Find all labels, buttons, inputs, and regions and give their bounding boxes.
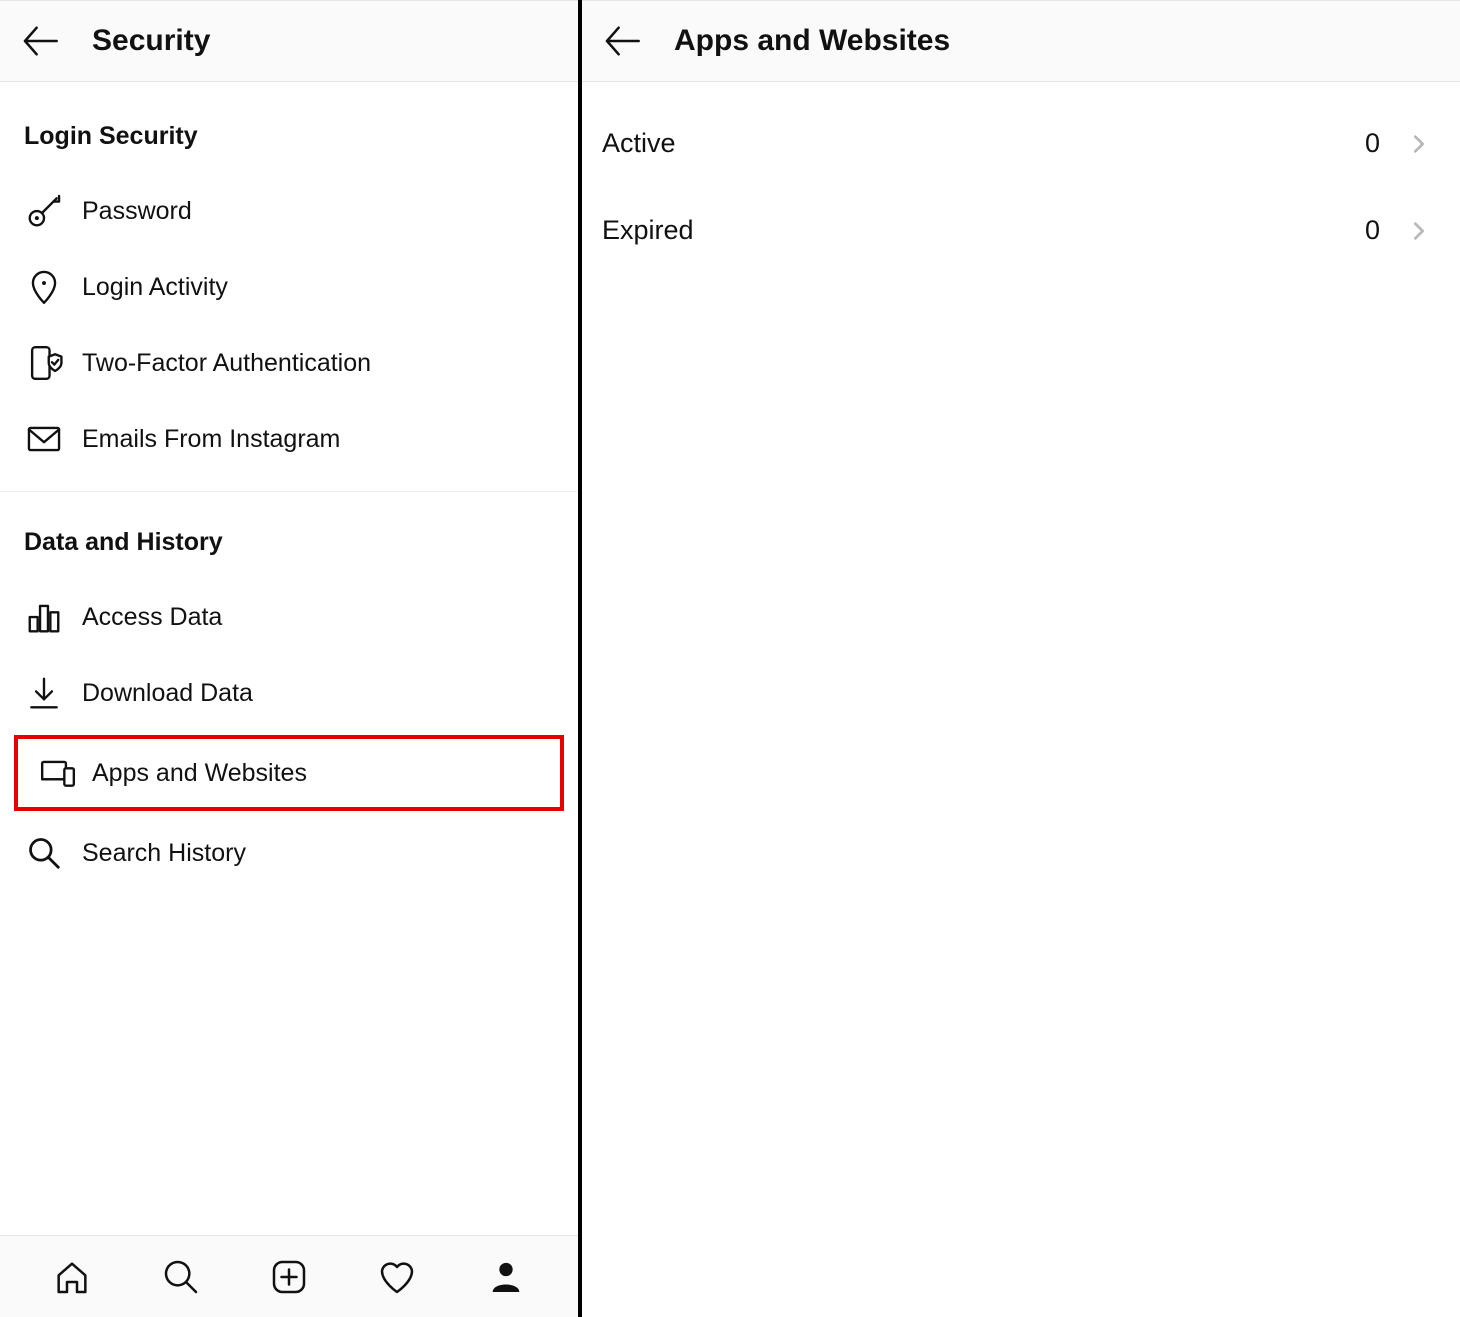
chevron-right-icon (1408, 220, 1430, 242)
row-active[interactable]: Active 0 (582, 100, 1460, 187)
nav-activity[interactable] (375, 1255, 419, 1299)
home-icon (52, 1257, 92, 1297)
section-heading-login-security: Login Security (0, 100, 578, 173)
row-count: 0 (1365, 215, 1380, 246)
search-icon (161, 1257, 201, 1297)
row-label: Active (602, 128, 676, 159)
security-header: Security (0, 0, 578, 82)
apps-websites-screen: Apps and Websites Active 0 Expired 0 (582, 0, 1460, 1317)
phone-shield-icon (24, 343, 64, 383)
mail-icon (24, 419, 64, 459)
menu-item-label: Search History (82, 839, 246, 868)
arrow-left-icon (602, 21, 642, 61)
nav-profile[interactable] (484, 1255, 528, 1299)
nav-create[interactable] (267, 1255, 311, 1299)
divider (0, 491, 578, 492)
menu-item-label: Login Activity (82, 273, 228, 302)
menu-item-apps-websites[interactable]: Apps and Websites (14, 735, 564, 811)
location-pin-icon (24, 267, 64, 307)
back-button[interactable] (600, 19, 644, 63)
download-icon (24, 673, 64, 713)
menu-item-emails[interactable]: Emails From Instagram (0, 401, 578, 477)
back-button[interactable] (18, 19, 62, 63)
bar-chart-icon (24, 597, 64, 637)
chevron-right-icon (1408, 133, 1430, 155)
security-screen: Security Login Security Password (0, 0, 582, 1317)
key-icon (24, 191, 64, 231)
menu-item-download-data[interactable]: Download Data (0, 655, 578, 731)
menu-item-two-factor[interactable]: Two-Factor Authentication (0, 325, 578, 401)
nav-search[interactable] (159, 1255, 203, 1299)
menu-item-access-data[interactable]: Access Data (0, 579, 578, 655)
menu-item-label: Access Data (82, 603, 222, 632)
bottom-nav (0, 1235, 578, 1317)
row-label: Expired (602, 215, 694, 246)
search-icon (24, 833, 64, 873)
section-heading-data-history: Data and History (0, 506, 578, 579)
plus-square-icon (269, 1257, 309, 1297)
menu-item-search-history[interactable]: Search History (0, 815, 578, 891)
page-title: Apps and Websites (674, 24, 950, 58)
devices-icon (38, 753, 78, 793)
menu-item-login-activity[interactable]: Login Activity (0, 249, 578, 325)
menu-item-label: Apps and Websites (92, 759, 307, 788)
menu-item-label: Password (82, 197, 192, 226)
menu-item-label: Two-Factor Authentication (82, 349, 371, 378)
heart-icon (377, 1257, 417, 1297)
row-expired[interactable]: Expired 0 (582, 187, 1460, 274)
menu-item-label: Emails From Instagram (82, 425, 340, 454)
apps-websites-header: Apps and Websites (582, 0, 1460, 82)
page-title: Security (92, 24, 210, 58)
apps-websites-content: Active 0 Expired 0 (582, 82, 1460, 1317)
nav-home[interactable] (50, 1255, 94, 1299)
profile-icon (486, 1257, 526, 1297)
menu-item-password[interactable]: Password (0, 173, 578, 249)
security-content: Login Security Password (0, 82, 578, 1235)
menu-item-label: Download Data (82, 679, 253, 708)
row-count: 0 (1365, 128, 1380, 159)
arrow-left-icon (20, 21, 60, 61)
